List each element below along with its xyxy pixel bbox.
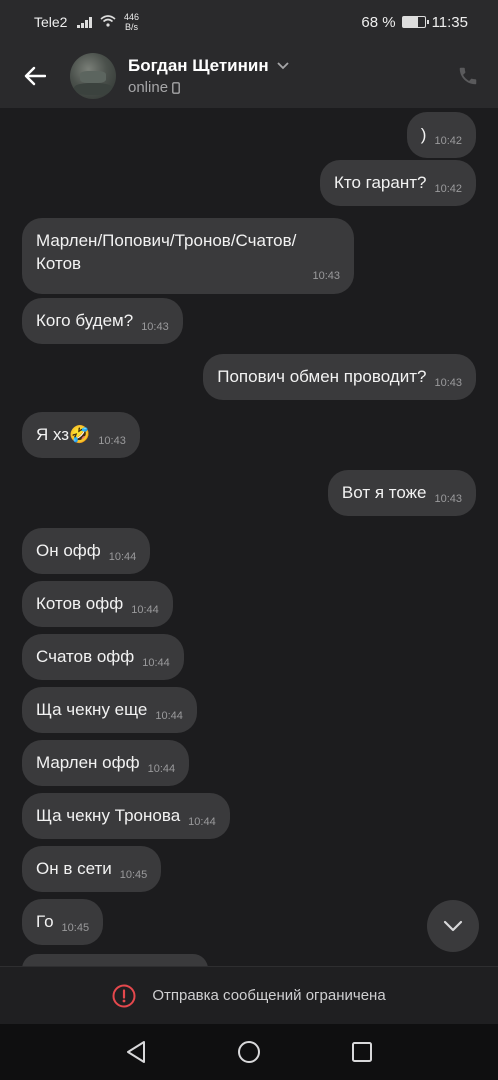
- message-time: 10:43: [141, 321, 169, 333]
- status-bar-left: Tele2 446 B/s: [34, 12, 139, 32]
- chevron-down-icon: [443, 920, 463, 932]
- message-bubble[interactable]: Ща чекну еще 10:44: [22, 687, 197, 733]
- carrier-label: Tele2: [34, 14, 68, 30]
- message-bubble[interactable]: Кто гарант? 10:42: [319, 160, 476, 206]
- message-bubble[interactable]: Я хз🤣 10:43: [22, 412, 140, 458]
- message-time: 10:44: [108, 551, 137, 563]
- circle-home-icon: [237, 1041, 260, 1063]
- wifi-icon: [100, 14, 116, 31]
- avatar[interactable]: [70, 53, 116, 99]
- contact-name: Богдан Щетинин: [128, 56, 269, 75]
- nav-back-button[interactable]: [116, 1032, 156, 1072]
- nav-home-button[interactable]: [229, 1032, 269, 1072]
- message-text: Кого будем?: [36, 311, 134, 330]
- nav-recents-button[interactable]: [342, 1032, 382, 1072]
- message-bubble[interactable]: Кого будем? 10:43: [22, 298, 183, 344]
- message-time: 10:44: [155, 710, 183, 722]
- message-time: 10:45: [119, 869, 148, 881]
- contact-status: online: [128, 79, 169, 96]
- message-list[interactable]: ) 10:42 Кто гарант? 10:42 Марлен/Попович/Т…: [0, 108, 498, 966]
- message-text: Попович обмен проводит?: [217, 367, 427, 386]
- message-text: Марлен офф: [36, 753, 140, 772]
- message-text: Счатов офф: [36, 647, 135, 666]
- call-button[interactable]: [454, 62, 482, 90]
- battery-percent: 68 %: [361, 13, 396, 31]
- scroll-down-button[interactable]: [427, 900, 479, 952]
- message-bubble[interactable]: Марлен/Попович/Тронов/Счатов/Котов 10:43: [22, 218, 354, 294]
- contact-name-row: Богдан Щетинин: [128, 56, 289, 76]
- message-time: 10:43: [434, 493, 462, 505]
- system-nav-bar: [0, 1024, 498, 1080]
- arrow-left-icon: [24, 66, 46, 86]
- message-text: ): [420, 125, 427, 144]
- back-button[interactable]: [0, 44, 70, 108]
- message-text: Ща чекну Тронова: [36, 806, 181, 825]
- message-time: 10:44: [188, 816, 216, 828]
- chevron-down-icon: [276, 62, 289, 70]
- message-bubble[interactable]: ) 10:42: [406, 112, 476, 158]
- battery-fill: [402, 17, 418, 27]
- status-bar: Tele2 446 B/s 68 % 11:35: [0, 0, 498, 44]
- restriction-notice: Отправка сообщений ограничена: [0, 966, 498, 1024]
- message-bubble[interactable]: Вот я тоже 10:43: [327, 470, 476, 516]
- mobile-icon: [172, 81, 180, 94]
- square-recents-icon: [351, 1042, 372, 1062]
- chat-screen: Tele2 446 B/s 68 % 11:35 Богдан Щетинин …: [0, 0, 498, 1080]
- message-time: 10:43: [98, 435, 126, 447]
- message-time: 10:42: [434, 135, 462, 147]
- network-speed-value: 446: [123, 12, 139, 22]
- message-bubble[interactable]: Марлен офф 10:44: [22, 740, 190, 786]
- message-bubble[interactable]: Ща чекну Тронова 10:44: [22, 793, 230, 839]
- message-bubble-partial[interactable]: [22, 954, 208, 966]
- clock: 11:35: [431, 13, 468, 31]
- chat-header: Богдан Щетинин online: [0, 44, 498, 108]
- battery-icon: [401, 16, 429, 28]
- message-time: 10:42: [434, 183, 462, 195]
- restriction-text: Отправка сообщений ограничена: [152, 987, 386, 1004]
- message-text: Я хз🤣: [36, 425, 91, 444]
- triangle-back-icon: [127, 1041, 146, 1063]
- signal-icon: [77, 16, 92, 28]
- message-text: Он в сети: [36, 859, 112, 878]
- message-text: Кто гарант?: [333, 173, 427, 192]
- message-bubble[interactable]: Го 10:45: [22, 899, 104, 945]
- message-time: 10:43: [312, 270, 340, 282]
- contact-info[interactable]: Богдан Щетинин online: [128, 56, 289, 96]
- message-bubble[interactable]: Котов офф 10:44: [22, 581, 173, 627]
- message-text: Вот я тоже: [341, 483, 427, 502]
- message-text: Котов офф: [36, 594, 124, 613]
- message-time: 10:44: [131, 604, 159, 616]
- message-text: Он офф: [36, 541, 101, 560]
- phone-icon: [459, 67, 477, 85]
- message-bubble[interactable]: Попович обмен проводит? 10:43: [203, 354, 476, 400]
- message-time: 10:44: [142, 657, 170, 669]
- message-time: 10:44: [147, 763, 176, 775]
- status-bar-right: 68 % 11:35: [361, 14, 468, 31]
- message-text: Ща чекну еще: [36, 700, 148, 719]
- message-bubble[interactable]: Счатов офф 10:44: [22, 634, 184, 680]
- alert-circle-icon: [112, 984, 136, 1007]
- message-time: 10:45: [61, 922, 90, 934]
- message-time: 10:43: [434, 377, 462, 389]
- contact-status-row: online: [128, 79, 289, 96]
- message-bubble[interactable]: Он в сети 10:45: [22, 846, 162, 892]
- network-speed: 446 B/s: [124, 12, 139, 32]
- message-text: Го: [36, 912, 54, 931]
- message-bubble[interactable]: Он офф 10:44: [22, 528, 151, 574]
- network-speed-unit: B/s: [124, 22, 138, 32]
